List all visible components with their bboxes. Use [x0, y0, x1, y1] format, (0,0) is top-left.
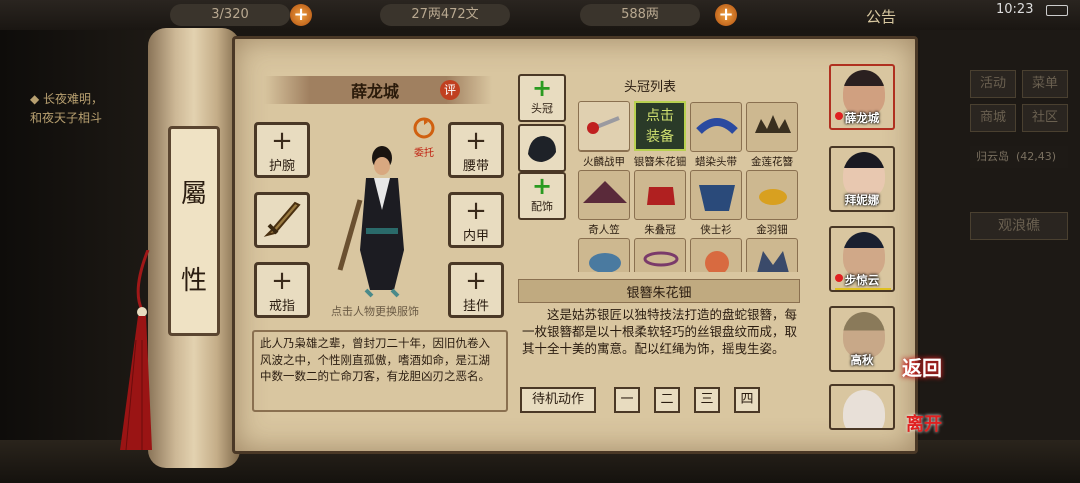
hat-list-title: 头冠列表 — [623, 80, 676, 95]
item-description: 这是姑苏银匠以独特技法打造的盘蛇银簪，每一枚银簪都是以十根柔软轻巧的丝银盘纹而成… — [522, 307, 798, 356]
hat-item[interactable] — [634, 170, 686, 220]
idle-action-4-button[interactable]: 四 — [734, 387, 760, 413]
clock: 10:23 — [996, 2, 1034, 17]
fish-hat-icon — [589, 253, 621, 272]
change-outfit-hint: 点击人物更换服饰 — [331, 305, 419, 318]
add-silver-button[interactable]: + — [715, 4, 737, 26]
add-inventory-button[interactable]: + — [290, 4, 312, 26]
activity-button[interactable]: 活动 — [970, 70, 1016, 98]
lotus-hairpin-icon — [755, 115, 791, 133]
hat-item[interactable] — [578, 238, 630, 272]
weapon-slot[interactable] — [254, 192, 310, 248]
tassel-icon — [120, 250, 152, 450]
pendant-slot[interactable]: + 挂件 — [448, 262, 504, 318]
review-button[interactable]: 评 — [440, 80, 460, 100]
silver-hairpin-icon — [587, 116, 620, 134]
hat-item[interactable] — [634, 238, 686, 272]
silver-display: 588两 — [580, 4, 700, 26]
hat-item[interactable] — [746, 238, 798, 272]
tab-accessory[interactable]: + 配饰 — [518, 172, 566, 220]
straw-hat-icon — [583, 181, 627, 203]
hat-item[interactable] — [578, 170, 630, 220]
location-bar: 归云岛 (42,43) — [970, 146, 1068, 168]
belt-slot[interactable]: + 腰带 — [448, 122, 504, 178]
attributes-label: 屬 性 — [168, 126, 220, 336]
hat-item[interactable] — [690, 238, 742, 272]
battery-icon — [1046, 5, 1068, 16]
health-bar — [835, 288, 891, 290]
character-bio: 此人乃枭雄之辈，曾封刀二十年，因旧仇卷入风波之中，个性刚直孤傲，嗜酒如命，是江湖… — [252, 330, 508, 412]
shop-button[interactable]: 商城 — [970, 104, 1016, 132]
selected-hat-preview[interactable] — [578, 101, 630, 151]
spot-button[interactable]: 观浪礁 — [970, 212, 1068, 240]
gold-feather-icon — [759, 189, 787, 205]
announcement-button[interactable]: 公告 — [866, 6, 896, 27]
crown-icon — [647, 187, 675, 205]
quest-tracker[interactable]: ◆ 长夜难明， 和夜天子相斗 — [30, 90, 150, 128]
hat-item[interactable] — [746, 170, 798, 220]
tab-hat[interactable]: + 头冠 — [518, 74, 566, 122]
wrist-slot[interactable]: + 护腕 — [254, 122, 310, 178]
hat-item[interactable] — [690, 102, 742, 152]
top-bar: 3/320 + 27两472文 588两 + 公告 10:23 — [0, 0, 1080, 30]
robe-icon — [699, 185, 735, 211]
party-member-3[interactable]: 步惊云 — [829, 226, 895, 292]
equip-button[interactable]: 点击 装备 — [634, 101, 686, 151]
hat-item[interactable] — [746, 102, 798, 152]
character-figure[interactable] — [330, 140, 430, 300]
party-member-1[interactable]: 薛龙城 — [829, 64, 895, 130]
idle-action-label: 待机动作 — [520, 387, 596, 413]
avatar — [843, 390, 885, 428]
leave-button[interactable]: 离开 — [906, 410, 942, 436]
tab-hair[interactable] — [518, 124, 566, 172]
party-member-5[interactable] — [829, 384, 895, 430]
swap-icon — [413, 117, 435, 139]
coins-display: 27两472文 — [380, 4, 510, 26]
menu-button[interactable]: 菜单 — [1022, 70, 1068, 98]
party-member-4[interactable]: 高秋 — [829, 306, 895, 372]
idle-action-2-button[interactable]: 二 — [654, 387, 680, 413]
item-title: 银簪朱花钿 — [626, 286, 692, 301]
circlet-icon — [643, 251, 679, 267]
hair-icon — [528, 136, 556, 162]
inventory-count: 3/320 — [170, 4, 290, 26]
idle-action-3-button[interactable]: 三 — [694, 387, 720, 413]
armor-slot[interactable]: + 内甲 — [448, 192, 504, 248]
idle-action-1-button[interactable]: 一 — [614, 387, 640, 413]
return-button[interactable]: 返回 — [902, 352, 942, 381]
spiked-crown-icon — [757, 251, 789, 272]
saber-icon — [263, 201, 301, 237]
character-name: 薛龙城 — [350, 82, 399, 101]
hat-item[interactable] — [690, 170, 742, 220]
headband-icon — [696, 118, 738, 134]
party-member-2[interactable]: 拜妮娜 — [829, 146, 895, 212]
community-button[interactable]: 社区 — [1022, 104, 1068, 132]
animal-hat-icon — [705, 251, 729, 272]
